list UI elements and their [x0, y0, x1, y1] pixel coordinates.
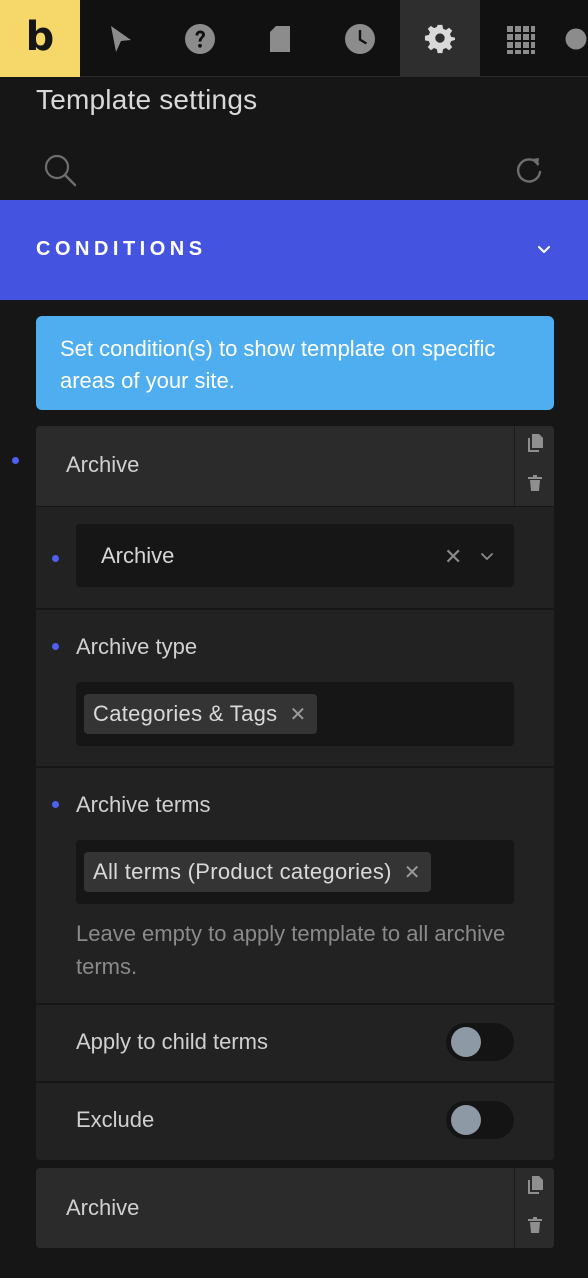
condition-label: Archive	[66, 452, 140, 477]
archive-type-field[interactable]: Categories & Tags ✕	[76, 682, 514, 746]
pointer-icon	[111, 25, 131, 52]
tag-label: Categories & Tags	[93, 701, 278, 726]
condition-actions	[514, 1168, 554, 1248]
copy-icon[interactable]	[527, 1176, 543, 1194]
chevron-down-icon[interactable]	[534, 239, 554, 259]
logo-button[interactable]: b	[0, 0, 80, 77]
remove-tag-icon[interactable]: ✕	[404, 860, 421, 885]
archive-terms-help: Leave empty to apply template to all arc…	[76, 921, 506, 979]
apply-child-terms-label: Apply to child terms	[76, 1029, 268, 1054]
chevron-down-icon[interactable]	[478, 547, 496, 565]
condition-select-value: Archive	[101, 543, 175, 568]
info-message: Set condition(s) to show template on spe…	[36, 316, 554, 410]
divider	[36, 766, 554, 768]
apps-grid-icon	[507, 25, 535, 54]
clear-icon[interactable]: ✕	[444, 544, 462, 570]
apps-button[interactable]	[480, 0, 560, 77]
tag: All terms (Product categories) ✕	[84, 852, 431, 892]
history-button[interactable]	[320, 0, 400, 77]
archive-terms-label: Archive terms	[76, 792, 211, 817]
search-icon[interactable]	[42, 152, 78, 188]
divider	[36, 1081, 554, 1083]
condition-select[interactable]: Archive ✕	[76, 524, 514, 587]
refresh-icon[interactable]	[514, 155, 544, 185]
tag-label: All terms (Product categories)	[93, 859, 392, 884]
indicator-dot	[52, 555, 59, 562]
archive-terms-field[interactable]: All terms (Product categories) ✕	[76, 840, 514, 904]
circle-icon	[565, 28, 587, 49]
condition-body: Archive ✕ Archive type Categories & Tags…	[36, 507, 554, 1160]
exclude-toggle[interactable]	[446, 1101, 514, 1139]
history-icon	[345, 23, 375, 54]
page-title: Template settings	[36, 84, 258, 115]
help-button[interactable]	[160, 0, 240, 77]
conditions-section-header[interactable]: CONDITIONS	[0, 200, 588, 300]
page-button[interactable]	[240, 0, 320, 77]
condition-header[interactable]: Archive	[36, 1168, 554, 1248]
condition-label: Archive	[66, 1195, 140, 1220]
condition-actions	[514, 426, 554, 506]
indicator-dot	[52, 643, 59, 650]
tag: Categories & Tags ✕	[84, 694, 317, 734]
toggle-knob	[451, 1027, 481, 1057]
apply-child-terms-toggle[interactable]	[446, 1023, 514, 1061]
remove-tag-icon[interactable]: ✕	[289, 702, 306, 727]
section-title: CONDITIONS	[36, 238, 207, 260]
toggle-knob	[451, 1105, 481, 1135]
logo-text: b	[25, 13, 55, 60]
divider	[36, 1003, 554, 1005]
condition-header[interactable]: Archive	[36, 426, 554, 506]
trash-icon[interactable]	[527, 1216, 543, 1234]
indicator-dot	[52, 801, 59, 808]
indicator-dot	[12, 457, 19, 464]
exclude-label: Exclude	[76, 1107, 155, 1132]
more-button[interactable]	[560, 0, 588, 77]
divider	[36, 608, 554, 610]
archive-type-label: Archive type	[76, 634, 198, 659]
top-toolbar: b	[0, 0, 588, 77]
settings-button[interactable]	[400, 0, 480, 77]
pointer-button[interactable]	[80, 0, 160, 77]
copy-icon[interactable]	[527, 434, 543, 452]
page-icon	[270, 25, 290, 52]
trash-icon[interactable]	[527, 474, 543, 492]
help-icon	[185, 23, 215, 54]
settings-icon	[424, 24, 456, 53]
search-row	[0, 140, 588, 198]
